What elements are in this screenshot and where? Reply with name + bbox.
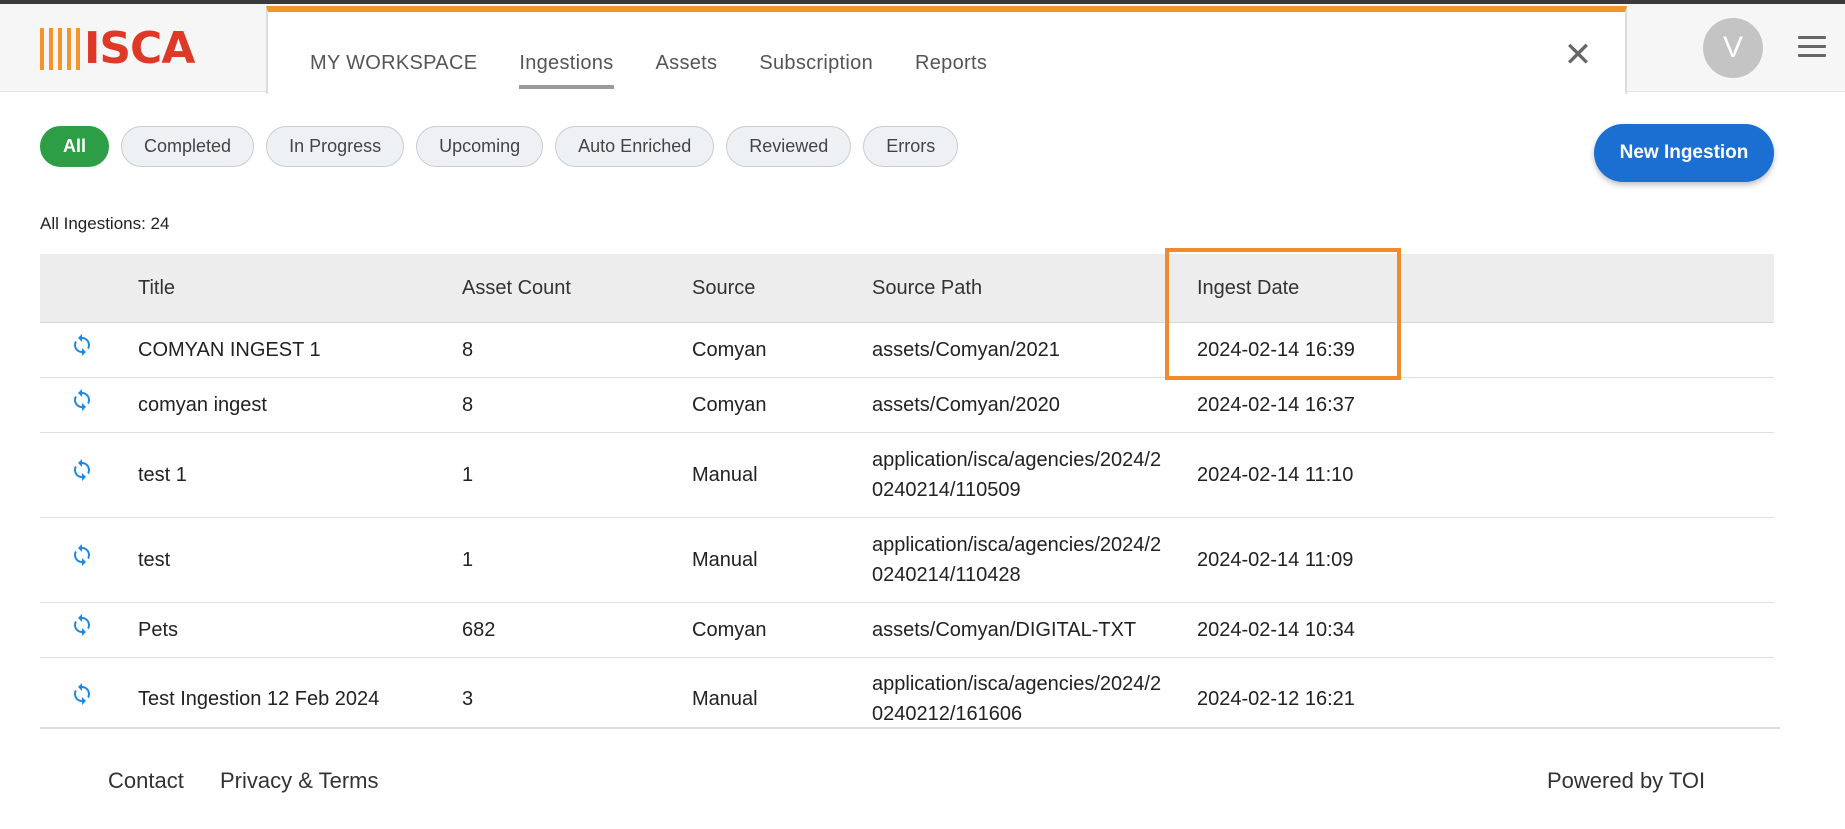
new-ingestion-button[interactable]: New Ingestion xyxy=(1594,124,1774,182)
sync-icon[interactable] xyxy=(70,613,94,637)
close-icon[interactable]: ✕ xyxy=(1561,38,1595,72)
table-row[interactable]: COMYAN INGEST 1 8 Comyan assets/Comyan/2… xyxy=(40,323,1774,378)
logo-bars-icon xyxy=(40,28,80,70)
tab-reports[interactable]: Reports xyxy=(915,52,987,89)
table-row[interactable]: Test Ingestion 12 Feb 2024 3 Manual appl… xyxy=(40,658,1774,726)
row-source-path: application/isca/agencies/2024/20240212/… xyxy=(872,673,1162,725)
sync-icon[interactable] xyxy=(70,388,94,412)
header-title[interactable]: Title xyxy=(138,254,175,323)
sync-icon[interactable] xyxy=(70,333,94,357)
header-source-path[interactable]: Source Path xyxy=(872,254,1172,323)
footer-privacy-link[interactable]: Privacy & Terms xyxy=(220,768,379,794)
row-asset-count: 1 xyxy=(462,549,474,571)
ingestions-table: Title Asset Count Source Source Path Ing… xyxy=(40,254,1774,726)
filter-completed[interactable]: Completed xyxy=(121,126,255,167)
row-source-path: application/isca/agencies/2024/20240214/… xyxy=(872,534,1162,586)
row-title[interactable]: Pets xyxy=(138,619,178,642)
filter-all[interactable]: All xyxy=(40,126,110,167)
ingestion-count: All Ingestions: 24 xyxy=(40,214,170,233)
table-row[interactable]: comyan ingest 8 Comyan assets/Comyan/202… xyxy=(40,378,1774,433)
header-ingest-date[interactable]: Ingest Date xyxy=(1197,254,1299,323)
row-source-path: assets/Comyan/DIGITAL-TXT xyxy=(872,619,1137,641)
logo-text: ISCA xyxy=(84,23,195,74)
filter-errors[interactable]: Errors xyxy=(863,126,959,167)
filter-reviewed[interactable]: Reviewed xyxy=(726,126,852,167)
sync-icon[interactable] xyxy=(70,682,94,706)
row-source: Manual xyxy=(692,549,758,571)
header-asset-count[interactable]: Asset Count xyxy=(462,254,571,323)
isca-logo[interactable]: ISCA xyxy=(40,23,195,74)
row-source: Comyan xyxy=(692,339,767,361)
row-source: Comyan xyxy=(692,394,767,416)
row-asset-count: 3 xyxy=(462,688,474,710)
row-ingest-date: 2024-02-14 11:09 xyxy=(1197,549,1354,571)
row-asset-count: 682 xyxy=(462,619,496,641)
tab-subscription[interactable]: Subscription xyxy=(759,52,873,89)
tab-ingestions[interactable]: Ingestions xyxy=(519,52,614,89)
table-bottom-divider xyxy=(40,727,1780,729)
row-title[interactable]: Test Ingestion 12 Feb 2024 xyxy=(138,688,379,711)
row-ingest-date: 2024-02-14 11:10 xyxy=(1197,464,1354,486)
table-header: Title Asset Count Source Source Path Ing… xyxy=(40,254,1774,323)
hamburger-menu-icon[interactable] xyxy=(1798,36,1826,58)
row-title[interactable]: comyan ingest xyxy=(138,394,267,417)
row-title[interactable]: test 1 xyxy=(138,464,187,487)
filter-upcoming[interactable]: Upcoming xyxy=(416,126,544,167)
row-source: Manual xyxy=(692,464,758,486)
row-title[interactable]: test xyxy=(138,549,170,572)
row-source-path: assets/Comyan/2021 xyxy=(872,339,1060,361)
row-asset-count: 8 xyxy=(462,339,474,361)
avatar[interactable]: V xyxy=(1703,18,1763,78)
table-row[interactable]: test 1 Manual application/isca/agencies/… xyxy=(40,518,1774,603)
row-source: Comyan xyxy=(692,619,767,641)
row-ingest-date: 2024-02-14 16:39 xyxy=(1197,339,1355,361)
row-title[interactable]: COMYAN INGEST 1 xyxy=(138,339,321,362)
footer-powered-by: Powered by TOI xyxy=(1547,768,1706,793)
row-asset-count: 8 xyxy=(462,394,474,416)
row-asset-count: 1 xyxy=(462,464,474,486)
tab-my-workspace[interactable]: MY WORKSPACE xyxy=(310,52,477,89)
table-row[interactable]: Pets 682 Comyan assets/Comyan/DIGITAL-TX… xyxy=(40,603,1774,658)
nav-tabs: MY WORKSPACE Ingestions Assets Subscript… xyxy=(310,52,1029,89)
filter-auto-enriched[interactable]: Auto Enriched xyxy=(555,126,715,167)
row-ingest-date: 2024-02-12 16:21 xyxy=(1197,688,1355,710)
filter-in-progress[interactable]: In Progress xyxy=(266,126,405,167)
footer-contact-link[interactable]: Contact xyxy=(108,768,184,794)
nav-panel: MY WORKSPACE Ingestions Assets Subscript… xyxy=(266,6,1627,94)
sync-icon[interactable] xyxy=(70,458,94,482)
sync-icon[interactable] xyxy=(70,543,94,567)
table-row[interactable]: test 1 1 Manual application/isca/agencie… xyxy=(40,433,1774,518)
tab-assets[interactable]: Assets xyxy=(656,52,718,89)
header-source[interactable]: Source xyxy=(692,254,755,323)
row-source: Manual xyxy=(692,688,758,710)
row-source-path: application/isca/agencies/2024/20240214/… xyxy=(872,449,1162,501)
filter-chips: All Completed In Progress Upcoming Auto … xyxy=(40,126,970,167)
row-ingest-date: 2024-02-14 16:37 xyxy=(1197,394,1355,416)
row-ingest-date: 2024-02-14 10:34 xyxy=(1197,619,1355,641)
row-source-path: assets/Comyan/2020 xyxy=(872,394,1060,416)
